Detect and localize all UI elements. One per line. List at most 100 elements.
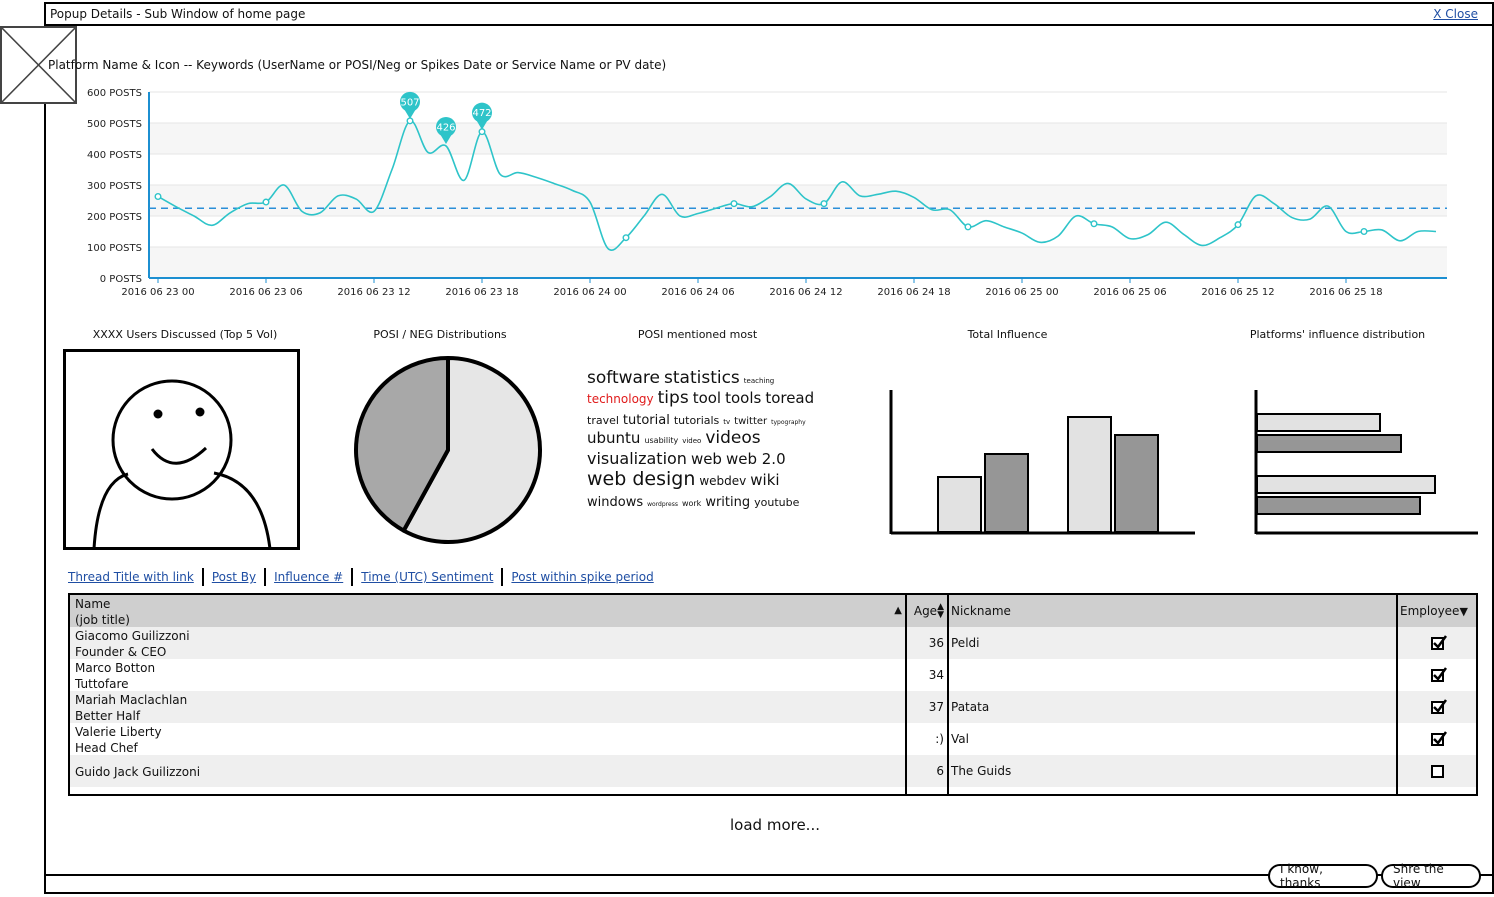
table-row[interactable]: Valerie Liberty Head Chef:) Val — [70, 723, 1476, 755]
word-cloud-term[interactable]: software — [587, 368, 660, 388]
word-cloud-term[interactable]: usability — [644, 436, 678, 446]
word-cloud-term[interactable]: teaching — [744, 377, 774, 385]
sort-down-icon: ▼ — [1459, 604, 1468, 618]
table-row[interactable]: Guido Jack Guilizzoni 6 The Guids — [70, 755, 1476, 787]
column-divider — [905, 595, 907, 794]
spike-flag-label: 507 — [400, 97, 419, 108]
employee-checkbox-checked[interactable] — [1430, 666, 1447, 682]
y-tick-label: 600 POSTS — [87, 88, 142, 99]
posneg-pie-chart — [354, 356, 542, 544]
header-employee[interactable]: Employee ▼ — [1398, 595, 1476, 627]
row-name: Valerie Liberty — [75, 725, 162, 739]
word-cloud-term[interactable]: travel — [587, 414, 619, 427]
word-cloud-term[interactable]: tutorial — [623, 413, 670, 429]
x-tick-label: 2016 06 23 18 — [445, 287, 518, 298]
word-cloud-term[interactable]: writing — [705, 495, 750, 511]
employee-checkbox[interactable] — [1430, 764, 1444, 778]
data-point — [622, 234, 630, 242]
word-cloud-term[interactable]: windows — [587, 495, 643, 511]
data-point — [406, 117, 414, 125]
employee-checkbox-checked[interactable] — [1430, 730, 1447, 746]
x-tick-label: 2016 06 23 06 — [229, 287, 302, 298]
word-cloud-term[interactable]: web design — [587, 468, 695, 491]
share-view-button[interactable]: Shre the view — [1381, 862, 1481, 890]
table-row[interactable]: Giacomo Guilizzoni Founder & CEO 36 Peldi — [70, 627, 1476, 659]
word-cloud-term[interactable]: wiki — [750, 471, 779, 489]
sort-up-icon[interactable]: ▲ — [894, 603, 902, 619]
chart-header: Platform Name & Icon -- Keywords (UserNa… — [48, 58, 667, 72]
tab-thread-title-with-link[interactable]: Thread Title with link — [68, 568, 204, 586]
data-point — [1090, 220, 1098, 228]
x-tick-label: 2016 06 24 18 — [877, 287, 950, 298]
word-cloud-term[interactable]: toread — [765, 389, 814, 407]
header-nickname[interactable]: Nickname — [951, 595, 1396, 627]
x-tick-label: 2016 06 24 00 — [553, 287, 626, 298]
platform-influence-bar — [1256, 496, 1421, 515]
header-age[interactable]: Age ▲ ▼ — [907, 595, 947, 627]
data-point — [262, 198, 270, 206]
threads-table: Name (job title) ▲ Age ▲ ▼ Nickname Employ… — [68, 593, 1478, 796]
posts-line-chart: 0 POSTS 100 POSTS 200 POSTS 300 POSTS 400 PO… — [87, 88, 1447, 298]
word-cloud-term[interactable]: web 2.0 — [726, 450, 786, 468]
employee-checkbox-checked[interactable] — [1430, 634, 1447, 650]
check-icon — [1432, 698, 1447, 713]
word-cloud-term[interactable]: tutorials — [674, 414, 719, 427]
influence-bar — [984, 453, 1029, 533]
row-name: Guido Jack Guilizzoni — [75, 764, 201, 779]
spike-flag-label: 426 — [436, 122, 455, 133]
row-name-cell: Giacomo Guilizzoni Founder & CEO — [75, 627, 905, 659]
load-more-link[interactable]: load more... — [700, 816, 850, 834]
word-cloud-term[interactable]: twitter — [734, 416, 767, 428]
user-avatar — [63, 349, 300, 550]
table-row[interactable]: Mariah Maclachlan Better Half 37 Patata — [70, 691, 1476, 723]
tab-post-by[interactable]: Post By — [204, 568, 267, 586]
row-job-title: Head Chef — [75, 741, 138, 755]
data-point — [478, 128, 486, 136]
row-employee-cell — [1398, 723, 1476, 755]
word-cloud-term[interactable]: visualization — [587, 449, 687, 468]
word-cloud-term[interactable]: web — [691, 450, 722, 468]
row-age: 37 — [928, 700, 944, 714]
row-job-title: Tuttofare — [75, 677, 129, 691]
row-age: 34 — [928, 668, 944, 682]
row-name-cell: Valerie Liberty Head Chef — [75, 723, 905, 755]
posi-most-section-title: POSI mentioned most — [637, 328, 758, 341]
word-cloud-term[interactable]: webdev — [699, 474, 746, 488]
spike-flag-label: 472 — [472, 108, 491, 119]
word-cloud-term[interactable]: tools — [725, 389, 761, 407]
x-tick-label: 2016 06 24 06 — [661, 287, 734, 298]
word-cloud-term[interactable]: videos — [705, 428, 760, 448]
row-nickname: Peldi — [951, 636, 980, 650]
row-name: Marco Botton — [75, 661, 156, 675]
table-row[interactable]: Marco Botton Tuttofare 34 — [70, 659, 1476, 691]
sort-both-icon: ▲ ▼ — [937, 602, 944, 620]
grid-band — [149, 247, 1447, 278]
row-name-cell: Guido Jack Guilizzoni — [75, 755, 905, 787]
smiley-user-icon — [92, 379, 272, 547]
word-cloud-term[interactable]: tool — [693, 389, 721, 407]
employee-checkbox-checked[interactable] — [1430, 698, 1447, 714]
word-cloud-term[interactable]: ubuntu — [587, 429, 640, 447]
y-tick-label: 300 POSTS — [87, 181, 142, 192]
word-cloud-term[interactable]: video — [682, 437, 701, 445]
influence-bar — [1114, 434, 1159, 533]
word-cloud-term[interactable]: work — [682, 499, 701, 509]
word-cloud-term[interactable]: youtube — [754, 496, 799, 509]
posneg-section-title: POSI / NEG Distributions — [373, 328, 507, 341]
tab-time-utc-sentiment[interactable]: Time (UTC) Sentiment — [353, 568, 504, 586]
word-cloud-term[interactable]: typography — [771, 419, 806, 426]
i-know-thanks-button[interactable]: I know, thanks — [1268, 862, 1378, 890]
row-employee-cell — [1398, 659, 1476, 691]
header-name[interactable]: Name (job title) ▲ — [75, 595, 905, 627]
tab-post-within-spike-period[interactable]: Post within spike period — [503, 568, 661, 586]
word-cloud-term[interactable]: tips — [658, 388, 689, 408]
word-cloud-term[interactable]: tv — [723, 418, 730, 426]
platform-influence-bar — [1256, 413, 1381, 432]
x-tick-label: 2016 06 23 00 — [121, 287, 194, 298]
data-point — [154, 192, 162, 200]
influence-bar — [1067, 416, 1112, 533]
word-cloud-term[interactable]: technology — [587, 392, 654, 406]
tab-influence[interactable]: Influence # — [266, 568, 354, 586]
word-cloud-term[interactable]: statistics — [664, 368, 740, 388]
word-cloud-term[interactable]: wordpress — [647, 501, 678, 508]
